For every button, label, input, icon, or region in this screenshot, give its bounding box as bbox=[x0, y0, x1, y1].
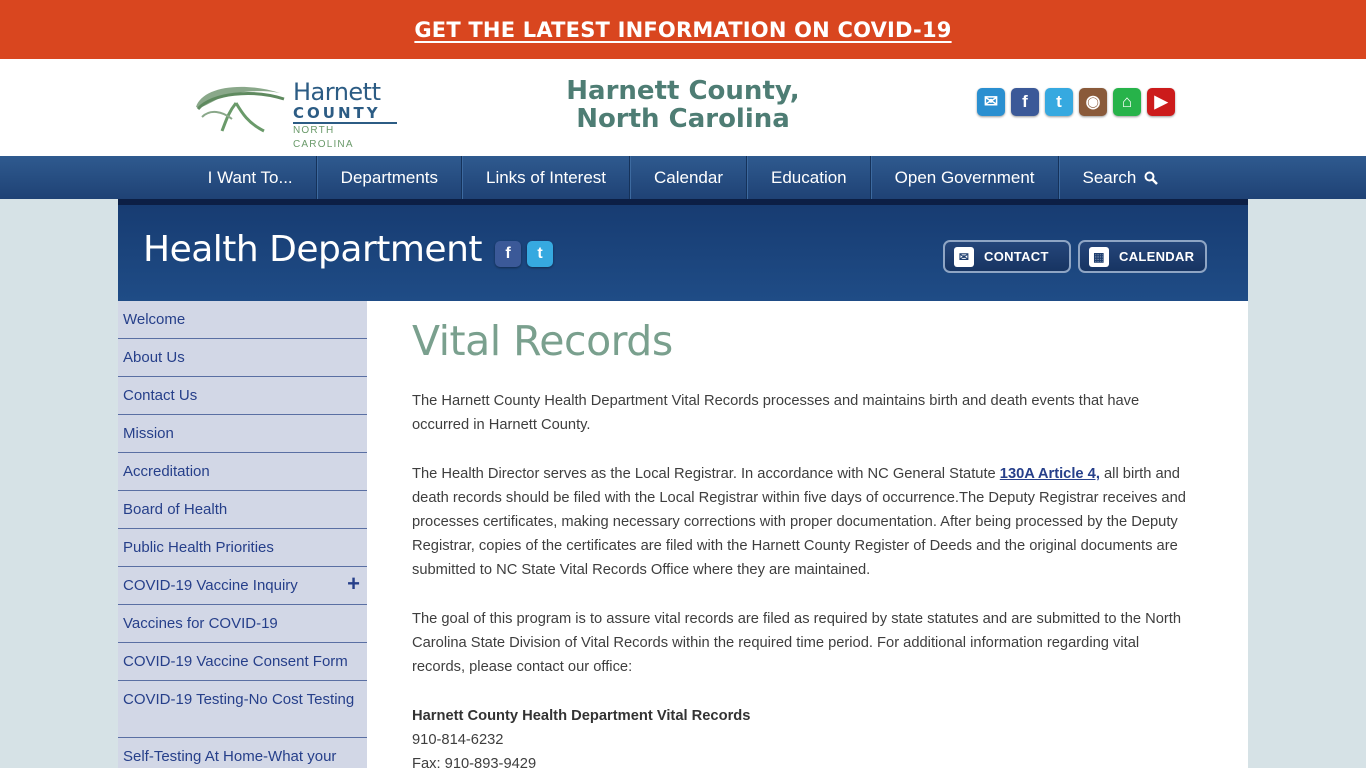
instagram-icon[interactable]: ◉ bbox=[1079, 88, 1107, 116]
nav-label: I Want To... bbox=[207, 167, 293, 187]
sidebar-item-board-of-health[interactable]: Board of Health bbox=[118, 491, 367, 529]
envelope-icon: ✉ bbox=[954, 246, 974, 267]
goal-paragraph: The goal of this program is to assure vi… bbox=[412, 611, 1182, 675]
contact-name: Harnett County Health Department Vital R… bbox=[412, 708, 751, 724]
department-social-icons: f t bbox=[495, 241, 553, 267]
main-content: Vital Records The Harnett County Health … bbox=[367, 301, 1248, 768]
facebook-icon[interactable]: f bbox=[1011, 88, 1039, 116]
sidebar-item-self-testing[interactable]: Self-Testing At Home-What your bbox=[118, 738, 367, 768]
contact-phone: 910-814-6232 bbox=[412, 732, 504, 748]
contact-fax: Fax: 910-893-9429 bbox=[412, 756, 537, 768]
contact-button[interactable]: ✉ CONTACT bbox=[943, 240, 1071, 273]
covid-banner: GET THE LATEST INFORMATION ON COVID-19 bbox=[0, 0, 1366, 59]
sidebar-item-covid-testing[interactable]: COVID-19 Testing-No Cost Testing bbox=[118, 681, 367, 738]
covid-info-link[interactable]: GET THE LATEST INFORMATION ON COVID-19 bbox=[414, 18, 951, 42]
facebook-icon[interactable]: f bbox=[495, 241, 521, 267]
calendar-button-label: CALENDAR bbox=[1119, 249, 1195, 264]
nav-label: Education bbox=[771, 167, 847, 187]
statute-link[interactable]: 130A Article 4, bbox=[1000, 466, 1100, 482]
nav-education[interactable]: Education bbox=[747, 156, 871, 199]
email-icon[interactable]: ✉ bbox=[977, 88, 1005, 116]
sidebar-item-label: Welcome bbox=[123, 311, 186, 328]
department-title: Health Department bbox=[143, 229, 483, 270]
expand-plus-icon[interactable]: + bbox=[347, 573, 360, 595]
site-header: Harnett COUNTY NORTH CAROLINA Harnett Co… bbox=[0, 59, 1366, 156]
sidebar-item-label: Accreditation bbox=[123, 463, 210, 480]
nav-label: Links of Interest bbox=[486, 167, 607, 187]
nav-departments[interactable]: Departments bbox=[316, 156, 462, 199]
nav-calendar[interactable]: Calendar bbox=[630, 156, 748, 199]
sidebar-item-label: Public Health Priorities bbox=[123, 539, 274, 556]
site-title-line2: North Carolina bbox=[576, 104, 790, 134]
sidebar-item-label: Mission bbox=[123, 425, 174, 442]
sidebar-item-label: COVID-19 Vaccine Inquiry bbox=[123, 577, 298, 594]
sidebar-item-accreditation[interactable]: Accreditation bbox=[118, 453, 367, 491]
department-banner: Health Department f t ✉ CONTACT ▦ CALEND… bbox=[118, 199, 1248, 301]
contact-block: Harnett County Health Department Vital R… bbox=[412, 704, 1196, 768]
page-title: Vital Records bbox=[412, 317, 673, 365]
site-title-line1: Harnett County, bbox=[566, 76, 800, 106]
sidebar-item-label: COVID-19 Testing-No Cost Testing bbox=[123, 691, 355, 708]
sidebar-item-welcome[interactable]: Welcome bbox=[118, 301, 367, 339]
main-nav: I Want To... Departments Links of Intere… bbox=[0, 156, 1366, 199]
sidebar-item-label: Contact Us bbox=[123, 387, 198, 404]
sidebar-item-label: COVID-19 Vaccine Consent Form bbox=[123, 653, 348, 670]
sidebar-item-contact-us[interactable]: Contact Us bbox=[118, 377, 367, 415]
nav-label: Search bbox=[1082, 167, 1137, 187]
calendar-button[interactable]: ▦ CALENDAR bbox=[1078, 240, 1207, 273]
logo-county: COUNTY bbox=[293, 104, 381, 122]
contact-button-label: CONTACT bbox=[984, 249, 1049, 264]
sidebar-item-public-health-priorities[interactable]: Public Health Priorities bbox=[118, 529, 367, 567]
nav-label: Calendar bbox=[654, 167, 724, 187]
sidebar-item-covid-vaccine-consent-form[interactable]: COVID-19 Vaccine Consent Form bbox=[118, 643, 367, 681]
registrar-text-after: all birth and death records should be fi… bbox=[412, 466, 1186, 578]
site-title: Harnett County, North Carolina bbox=[540, 77, 826, 133]
logo-north-carolina: NORTH CAROLINA bbox=[293, 122, 397, 152]
registrar-text-before: The Health Director serves as the Local … bbox=[412, 466, 1000, 482]
sidebar-item-covid-vaccine-inquiry[interactable]: COVID-19 Vaccine Inquiry + bbox=[118, 567, 367, 605]
nav-label: Open Government bbox=[894, 167, 1035, 187]
intro-paragraph: The Harnett County Health Department Vit… bbox=[412, 393, 1140, 433]
logo-text: Harnett COUNTY NORTH CAROLINA bbox=[293, 79, 397, 152]
search-icon bbox=[1144, 171, 1159, 185]
nav-open-government[interactable]: Open Government bbox=[870, 156, 1059, 199]
twitter-icon[interactable]: t bbox=[1045, 88, 1073, 116]
calendar-icon: ▦ bbox=[1089, 246, 1109, 267]
county-logo[interactable]: Harnett COUNTY NORTH CAROLINA bbox=[192, 79, 397, 150]
sidebar-item-label: Vaccines for COVID-19 bbox=[123, 615, 278, 632]
logo-harnett: Harnett bbox=[293, 78, 381, 106]
twitter-icon[interactable]: t bbox=[527, 241, 553, 267]
nav-search[interactable]: Search bbox=[1058, 156, 1182, 199]
nextdoor-icon[interactable]: ⌂ bbox=[1113, 88, 1141, 116]
registrar-paragraph: The Health Director serves as the Local … bbox=[412, 462, 1196, 582]
sidebar: Welcome About Us Contact Us Mission Accr… bbox=[118, 301, 367, 768]
sidebar-item-label: Board of Health bbox=[123, 501, 228, 518]
tree-logo-icon bbox=[196, 86, 285, 133]
youtube-icon[interactable]: ▶ bbox=[1147, 88, 1175, 116]
nav-i-want-to[interactable]: I Want To... bbox=[185, 156, 317, 199]
sidebar-item-label: Self-Testing At Home-What your bbox=[123, 748, 337, 765]
nav-label: Departments bbox=[340, 167, 438, 187]
sidebar-item-mission[interactable]: Mission bbox=[118, 415, 367, 453]
sidebar-item-vaccines-for-covid[interactable]: Vaccines for COVID-19 bbox=[118, 605, 367, 643]
sidebar-item-about-us[interactable]: About Us bbox=[118, 339, 367, 377]
nav-links-of-interest[interactable]: Links of Interest bbox=[462, 156, 631, 199]
header-social-icons: ✉ f t ◉ ⌂ ▶ bbox=[977, 88, 1175, 116]
sidebar-item-label: About Us bbox=[123, 349, 185, 366]
